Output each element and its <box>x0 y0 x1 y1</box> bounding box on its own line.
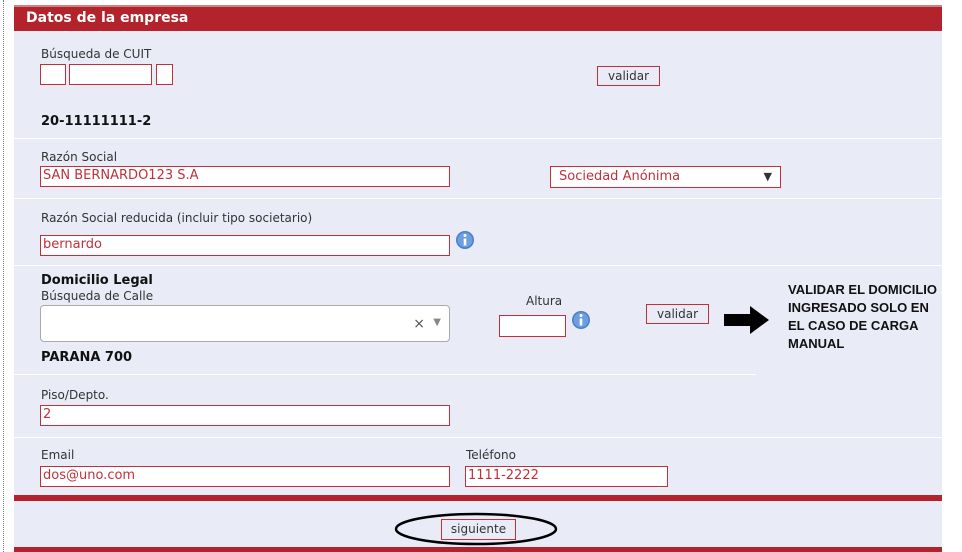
section-header: Datos de la empresa <box>14 5 942 31</box>
page-border <box>3 0 4 552</box>
arrow-right-icon <box>724 306 769 334</box>
cuit-validate-button[interactable]: validar <box>597 66 660 86</box>
email-label: Email <box>41 448 75 462</box>
street-search-combobox[interactable]: × ▼ <box>40 305 450 342</box>
address-validate-button[interactable]: validar <box>646 304 709 324</box>
piso-input[interactable]: 2 <box>40 405 450 426</box>
razon-reducida-label: Razón Social reducida (incluir tipo soci… <box>41 211 313 225</box>
phone-input[interactable]: 1111-2222 <box>465 466 668 487</box>
divider <box>14 437 942 438</box>
cuit-label: Búsqueda de CUIT <box>41 47 152 61</box>
phone-label: Teléfono <box>466 448 516 462</box>
divider <box>14 138 942 139</box>
altura-label: Altura <box>526 294 563 308</box>
address-result: PARANA 700 <box>41 350 133 365</box>
razon-social-label: Razón Social <box>41 150 118 164</box>
piso-label: Piso/Depto. <box>41 388 109 402</box>
cuit-result: 20-11111111-2 <box>41 114 152 129</box>
altura-input[interactable] <box>499 315 566 337</box>
cuit-check-digit-input[interactable] <box>156 64 173 85</box>
domicilio-title: Domicilio Legal <box>41 273 153 288</box>
cuit-number-input[interactable] <box>69 64 152 85</box>
section-divider <box>14 495 942 501</box>
annotation-note: VALIDAR EL DOMICILIO INGRESADO SOLO EN E… <box>788 282 938 351</box>
razon-reducida-input[interactable]: bernardo <box>40 235 450 256</box>
section-title: Datos de la empresa <box>26 10 189 26</box>
divider <box>14 265 942 266</box>
email-input[interactable]: dos@uno.com <box>40 466 450 487</box>
street-search-label: Búsqueda de Calle <box>41 289 154 303</box>
chevron-down-icon[interactable]: ▼ <box>433 317 441 328</box>
razon-social-input[interactable]: SAN BERNARDO123 S.A <box>40 166 450 187</box>
next-button[interactable]: siguiente <box>441 519 516 540</box>
clear-icon[interactable]: × <box>413 316 425 332</box>
info-icon[interactable] <box>455 230 475 250</box>
cuit-prefix-input[interactable] <box>40 64 66 85</box>
divider <box>14 374 756 375</box>
footer-bar <box>14 547 942 552</box>
company-type-select[interactable]: Sociedad Anónima ▼ <box>550 166 781 188</box>
company-type-selected: Sociedad Anónima <box>559 169 681 184</box>
chevron-down-icon: ▼ <box>763 170 772 183</box>
divider <box>14 198 942 199</box>
info-icon[interactable] <box>571 310 591 330</box>
